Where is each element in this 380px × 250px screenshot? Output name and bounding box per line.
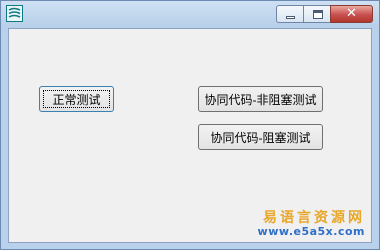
caption-buttons: ✕	[276, 5, 373, 23]
close-button[interactable]: ✕	[330, 5, 373, 23]
normal-test-button[interactable]: 正常测试	[39, 86, 114, 112]
client-area: 正常测试 协同代码-非阻塞测试 协同代码-阻塞测试 易语言资源网 www.e5a…	[8, 28, 372, 243]
title-bar[interactable]: ✕	[1, 1, 379, 28]
coroutine-nonblocking-test-button[interactable]: 协同代码-非阻塞测试	[198, 86, 323, 112]
watermark: 易语言资源网 www.e5a5x.com	[257, 209, 365, 238]
coroutine-blocking-test-button[interactable]: 协同代码-阻塞测试	[198, 124, 323, 150]
maximize-button[interactable]	[303, 5, 330, 23]
minimize-icon	[286, 16, 295, 19]
app-icon[interactable]	[6, 5, 23, 22]
minimize-button[interactable]	[276, 5, 303, 23]
watermark-title: 易语言资源网	[263, 209, 365, 226]
close-icon: ✕	[346, 6, 357, 21]
maximize-icon	[313, 10, 323, 19]
app-window: ✕ 正常测试 协同代码-非阻塞测试 协同代码-阻塞测试 易语言资源网 www.e…	[0, 0, 380, 250]
watermark-url: www.e5a5x.com	[257, 224, 365, 238]
